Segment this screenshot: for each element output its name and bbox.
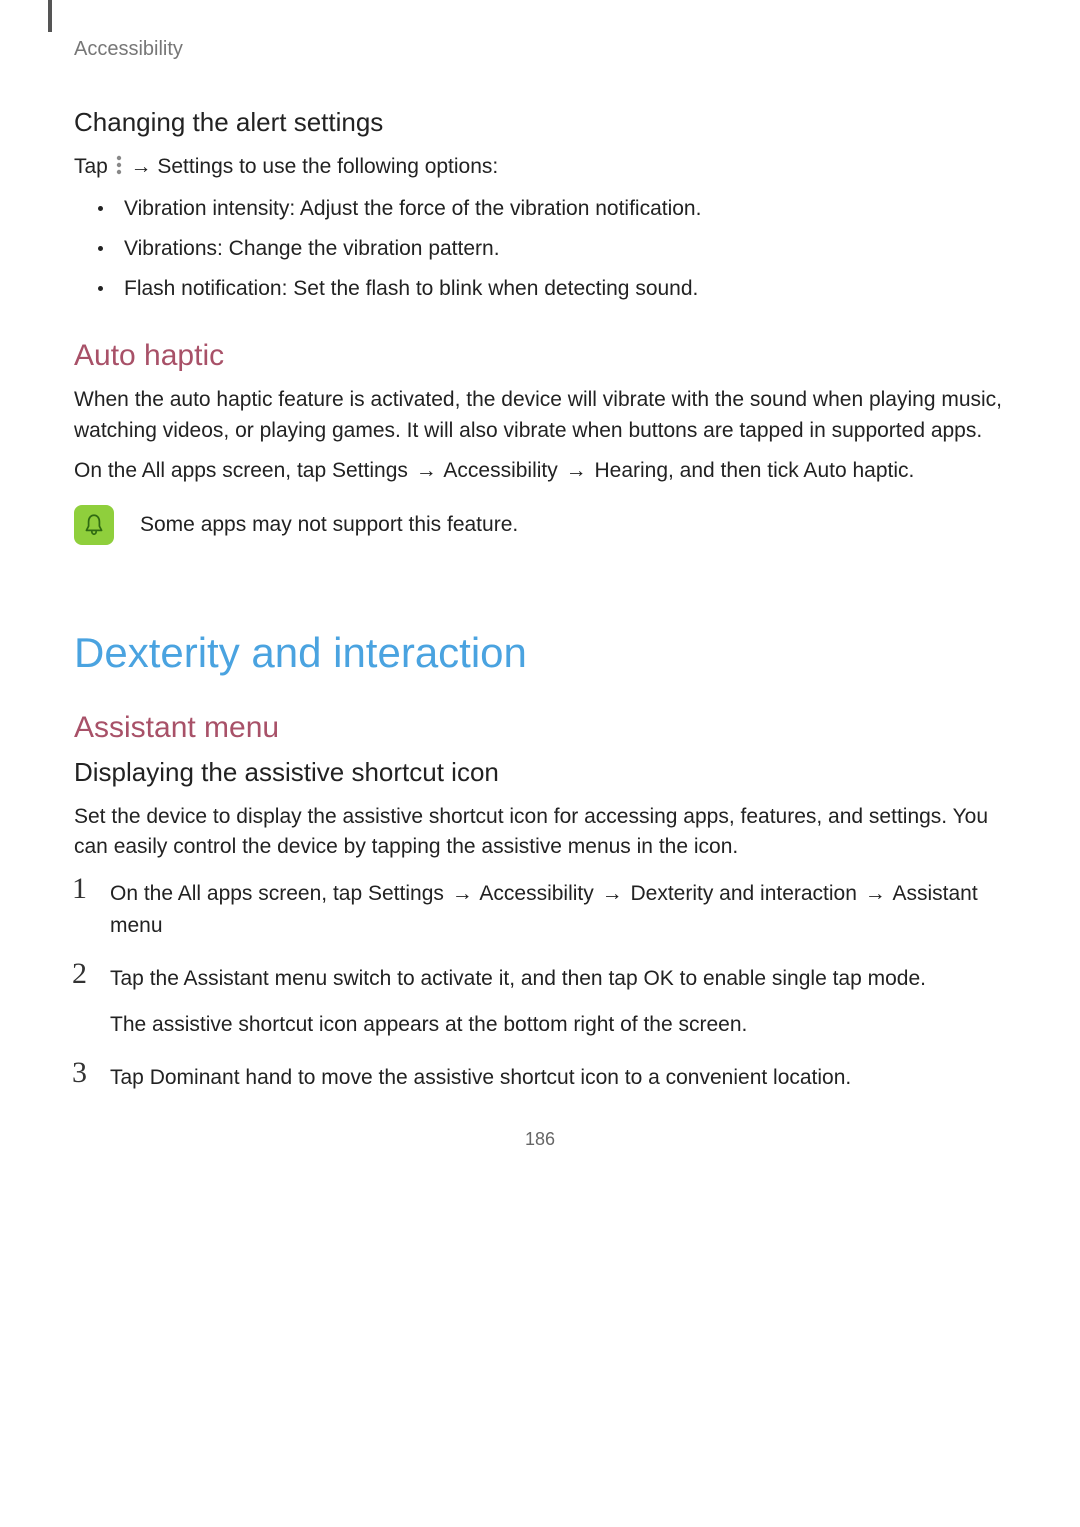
note-row: Some apps may not support this feature. bbox=[74, 505, 1006, 545]
step-number: 3 bbox=[72, 1056, 87, 1090]
path-hearing: Hearing, and then tick Auto haptic. bbox=[594, 459, 914, 482]
step-number: 2 bbox=[72, 957, 87, 991]
step-body: On the All apps screen, tap Settings → A… bbox=[110, 878, 1006, 941]
option-desc: : Change the vibration pattern. bbox=[217, 237, 500, 260]
heading-assistive-shortcut: Displaying the assistive shortcut icon bbox=[74, 757, 1006, 788]
option-desc: : Set the flash to blink when detecting … bbox=[282, 277, 699, 300]
step-1: 1 On the All apps screen, tap Settings →… bbox=[74, 878, 1006, 941]
more-options-icon bbox=[116, 155, 122, 175]
note-bell-icon bbox=[74, 505, 114, 545]
heading-auto-haptic: Auto haptic bbox=[74, 339, 1006, 373]
page-tab-mark bbox=[48, 0, 52, 32]
option-name: Flash notification bbox=[124, 277, 282, 300]
intro-pre: Tap bbox=[74, 155, 114, 178]
step1-pre: On the All apps screen, tap Settings bbox=[110, 882, 444, 905]
arrow-icon: → bbox=[602, 882, 623, 905]
option-desc: : Adjust the force of the vibration noti… bbox=[289, 197, 701, 220]
step2-line1: Tap the Assistant menu switch to activat… bbox=[110, 967, 926, 990]
step-body: Tap the Assistant menu switch to activat… bbox=[110, 963, 1006, 1040]
arrow-icon: → bbox=[416, 459, 437, 482]
alert-settings-intro: Tap → Settings to use the following opti… bbox=[74, 152, 1006, 182]
step-body: Tap Dominant hand to move the assistive … bbox=[110, 1062, 1006, 1094]
list-item: Flash notification: Set the flash to bli… bbox=[80, 272, 1006, 306]
assistive-steps: 1 On the All apps screen, tap Settings →… bbox=[74, 878, 1006, 1094]
path-accessibility: Accessibility bbox=[443, 459, 557, 482]
option-name: Vibrations bbox=[124, 237, 217, 260]
arrow-icon: → bbox=[566, 459, 587, 482]
auto-haptic-path: On the All apps screen, tap Settings → A… bbox=[74, 456, 1006, 486]
step1-dexterity: Dexterity and interaction bbox=[630, 882, 856, 905]
list-item: Vibration intensity: Adjust the force of… bbox=[80, 192, 1006, 226]
option-name: Vibration intensity bbox=[124, 197, 289, 220]
heading-changing-alert-settings: Changing the alert settings bbox=[74, 107, 1006, 138]
arrow-icon: → bbox=[452, 882, 473, 905]
step3-text: Tap Dominant hand to move the assistive … bbox=[110, 1066, 851, 1089]
breadcrumb: Accessibility bbox=[74, 38, 1006, 61]
step-number: 1 bbox=[72, 872, 87, 906]
arrow-icon: → bbox=[865, 882, 886, 905]
heading-dexterity-interaction: Dexterity and interaction bbox=[74, 629, 1006, 677]
step-3: 3 Tap Dominant hand to move the assistiv… bbox=[74, 1062, 1006, 1094]
alert-options-list: Vibration intensity: Adjust the force of… bbox=[74, 192, 1006, 305]
step1-accessibility: Accessibility bbox=[479, 882, 593, 905]
step-2: 2 Tap the Assistant menu switch to activ… bbox=[74, 963, 1006, 1040]
intro-post: → Settings to use the following options: bbox=[125, 155, 499, 178]
assistive-shortcut-desc: Set the device to display the assistive … bbox=[74, 802, 1006, 863]
page-number: 186 bbox=[0, 1129, 1080, 1150]
auto-haptic-desc: When the auto haptic feature is activate… bbox=[74, 385, 1006, 446]
heading-assistant-menu: Assistant menu bbox=[74, 711, 1006, 745]
step2-line2: The assistive shortcut icon appears at t… bbox=[110, 1009, 1006, 1041]
note-text: Some apps may not support this feature. bbox=[140, 510, 518, 539]
list-item: Vibrations: Change the vibration pattern… bbox=[80, 232, 1006, 266]
page: Accessibility Changing the alert setting… bbox=[0, 0, 1080, 1186]
path-pre: On the All apps screen, tap Settings bbox=[74, 459, 408, 482]
